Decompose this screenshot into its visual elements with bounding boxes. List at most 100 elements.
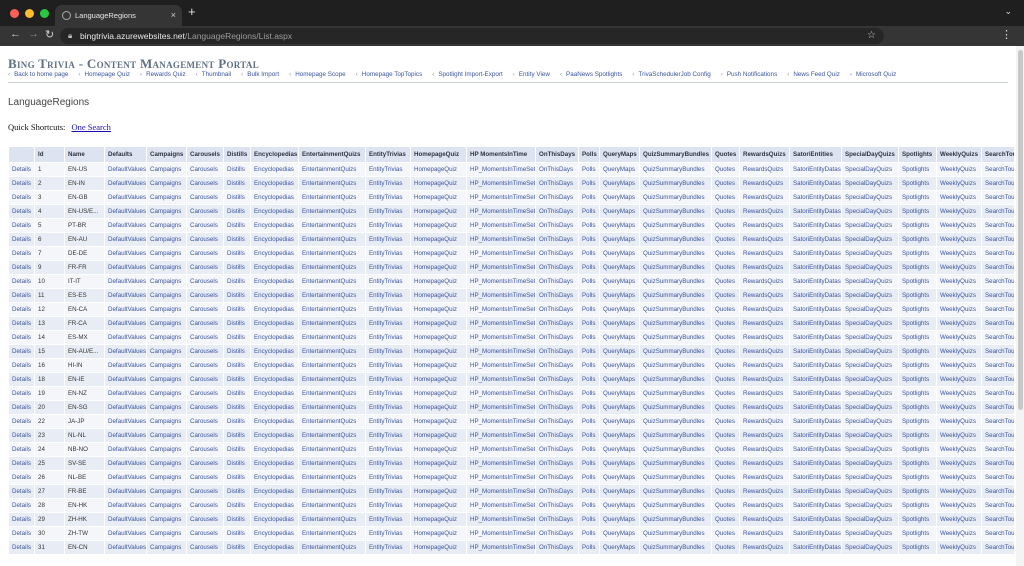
- relation-link[interactable]: Distills: [223, 162, 251, 177]
- relation-link[interactable]: Spotlights: [898, 288, 937, 303]
- details-link[interactable]: Details: [8, 484, 35, 499]
- relation-link[interactable]: Distills: [223, 428, 251, 443]
- relation-link[interactable]: HomepageQuiz: [410, 316, 467, 331]
- relation-link[interactable]: Spotlights: [898, 470, 937, 485]
- details-link[interactable]: Details: [8, 330, 35, 345]
- column-header[interactable]: QuizSummaryBundles: [639, 146, 712, 163]
- relation-link[interactable]: Carousels: [186, 498, 224, 513]
- relation-link[interactable]: Polls: [578, 288, 600, 303]
- relation-link[interactable]: QueryMaps: [599, 386, 640, 401]
- relation-link[interactable]: HP_MomentsInTimeSet: [466, 246, 536, 261]
- relation-link[interactable]: DefaultValues: [104, 274, 147, 289]
- relation-link[interactable]: QueryMaps: [599, 260, 640, 275]
- column-header[interactable]: Campaigns: [146, 146, 187, 163]
- relation-link[interactable]: Distills: [223, 232, 251, 247]
- relation-link[interactable]: EntertainmentQuizs: [298, 372, 366, 387]
- relation-link[interactable]: EntertainmentQuizs: [298, 400, 366, 415]
- relation-link[interactable]: SatoriEntityDatas: [789, 512, 842, 527]
- relation-link[interactable]: QueryMaps: [599, 162, 640, 177]
- relation-link[interactable]: WeeklyQuizs: [936, 176, 982, 191]
- relation-link[interactable]: Encyclopedias: [250, 316, 299, 331]
- relation-link[interactable]: SpecialDayQuizs: [841, 274, 899, 289]
- relation-link[interactable]: RewardsQuizs: [739, 358, 790, 373]
- browser-menu-icon[interactable]: ⋮: [1001, 28, 1012, 41]
- relation-link[interactable]: Distills: [223, 386, 251, 401]
- relation-link[interactable]: Spotlights: [898, 540, 937, 555]
- relation-link[interactable]: Campaigns: [146, 316, 187, 331]
- relation-link[interactable]: QueryMaps: [599, 512, 640, 527]
- relation-link[interactable]: SearchTours: [981, 358, 1015, 373]
- column-header[interactable]: EntertainmentQuizs: [298, 146, 366, 163]
- relation-link[interactable]: HP_MomentsInTimeSet: [466, 302, 536, 317]
- relation-link[interactable]: Carousels: [186, 428, 224, 443]
- relation-link[interactable]: Carousels: [186, 302, 224, 317]
- relation-link[interactable]: SpecialDayQuizs: [841, 540, 899, 555]
- relation-link[interactable]: DefaultValues: [104, 316, 147, 331]
- relation-link[interactable]: SatoriEntityDatas: [789, 400, 842, 415]
- nav-link[interactable]: ‹ Push Notifications: [721, 71, 778, 82]
- relation-link[interactable]: QuizSummaryBundles: [639, 190, 712, 205]
- relation-link[interactable]: RewardsQuizs: [739, 540, 790, 555]
- relation-link[interactable]: QueryMaps: [599, 442, 640, 457]
- relation-link[interactable]: QuizSummaryBundles: [639, 442, 712, 457]
- column-header[interactable]: OnThisDays: [535, 146, 579, 163]
- details-link[interactable]: Details: [8, 442, 35, 457]
- relation-link[interactable]: EntertainmentQuizs: [298, 246, 366, 261]
- relation-link[interactable]: HP_MomentsInTimeSet: [466, 484, 536, 499]
- relation-link[interactable]: SatoriEntityDatas: [789, 372, 842, 387]
- details-link[interactable]: Details: [8, 190, 35, 205]
- relation-link[interactable]: QueryMaps: [599, 484, 640, 499]
- relation-link[interactable]: QueryMaps: [599, 190, 640, 205]
- relation-link[interactable]: QuizSummaryBundles: [639, 358, 712, 373]
- relation-link[interactable]: HP_MomentsInTimeSet: [466, 372, 536, 387]
- relation-link[interactable]: QuizSummaryBundles: [639, 316, 712, 331]
- relation-link[interactable]: QueryMaps: [599, 540, 640, 555]
- relation-link[interactable]: DefaultValues: [104, 512, 147, 527]
- relation-link[interactable]: EntertainmentQuizs: [298, 358, 366, 373]
- relation-link[interactable]: QueryMaps: [599, 246, 640, 261]
- relation-link[interactable]: HP_MomentsInTimeSet: [466, 218, 536, 233]
- relation-link[interactable]: SatoriEntityDatas: [789, 274, 842, 289]
- relation-link[interactable]: WeeklyQuizs: [936, 232, 982, 247]
- relation-link[interactable]: OnThisDays: [535, 302, 579, 317]
- relation-link[interactable]: QueryMaps: [599, 526, 640, 541]
- relation-link[interactable]: DefaultValues: [104, 526, 147, 541]
- relation-link[interactable]: DefaultValues: [104, 162, 147, 177]
- relation-link[interactable]: RewardsQuizs: [739, 330, 790, 345]
- relation-link[interactable]: Distills: [223, 218, 251, 233]
- relation-link[interactable]: WeeklyQuizs: [936, 428, 982, 443]
- relation-link[interactable]: OnThisDays: [535, 316, 579, 331]
- relation-link[interactable]: Polls: [578, 414, 600, 429]
- relation-link[interactable]: Spotlights: [898, 330, 937, 345]
- relation-link[interactable]: WeeklyQuizs: [936, 204, 982, 219]
- relation-link[interactable]: WeeklyQuizs: [936, 302, 982, 317]
- nav-link[interactable]: ‹ Back to home page: [8, 71, 68, 82]
- relation-link[interactable]: DefaultValues: [104, 456, 147, 471]
- relation-link[interactable]: HP_MomentsInTimeSet: [466, 190, 536, 205]
- relation-link[interactable]: HomepageQuiz: [410, 540, 467, 555]
- relation-link[interactable]: WeeklyQuizs: [936, 358, 982, 373]
- relation-link[interactable]: Carousels: [186, 456, 224, 471]
- relation-link[interactable]: Quotes: [711, 330, 740, 345]
- details-link[interactable]: Details: [8, 260, 35, 275]
- relation-link[interactable]: QuizSummaryBundles: [639, 204, 712, 219]
- relation-link[interactable]: OnThisDays: [535, 176, 579, 191]
- relation-link[interactable]: QuizSummaryBundles: [639, 330, 712, 345]
- relation-link[interactable]: Spotlights: [898, 526, 937, 541]
- relation-link[interactable]: RewardsQuizs: [739, 260, 790, 275]
- relation-link[interactable]: OnThisDays: [535, 260, 579, 275]
- relation-link[interactable]: EntityTrivias: [365, 190, 411, 205]
- relation-link[interactable]: OnThisDays: [535, 330, 579, 345]
- relation-link[interactable]: HP_MomentsInTimeSet: [466, 540, 536, 555]
- relation-link[interactable]: RewardsQuizs: [739, 288, 790, 303]
- relation-link[interactable]: Encyclopedias: [250, 232, 299, 247]
- relation-link[interactable]: Quotes: [711, 358, 740, 373]
- relation-link[interactable]: Polls: [578, 218, 600, 233]
- relation-link[interactable]: HP_MomentsInTimeSet: [466, 162, 536, 177]
- relation-link[interactable]: HomepageQuiz: [410, 512, 467, 527]
- details-link[interactable]: Details: [8, 358, 35, 373]
- relation-link[interactable]: HP_MomentsInTimeSet: [466, 456, 536, 471]
- relation-link[interactable]: HP_MomentsInTimeSet: [466, 316, 536, 331]
- relation-link[interactable]: HP_MomentsInTimeSet: [466, 512, 536, 527]
- relation-link[interactable]: QueryMaps: [599, 456, 640, 471]
